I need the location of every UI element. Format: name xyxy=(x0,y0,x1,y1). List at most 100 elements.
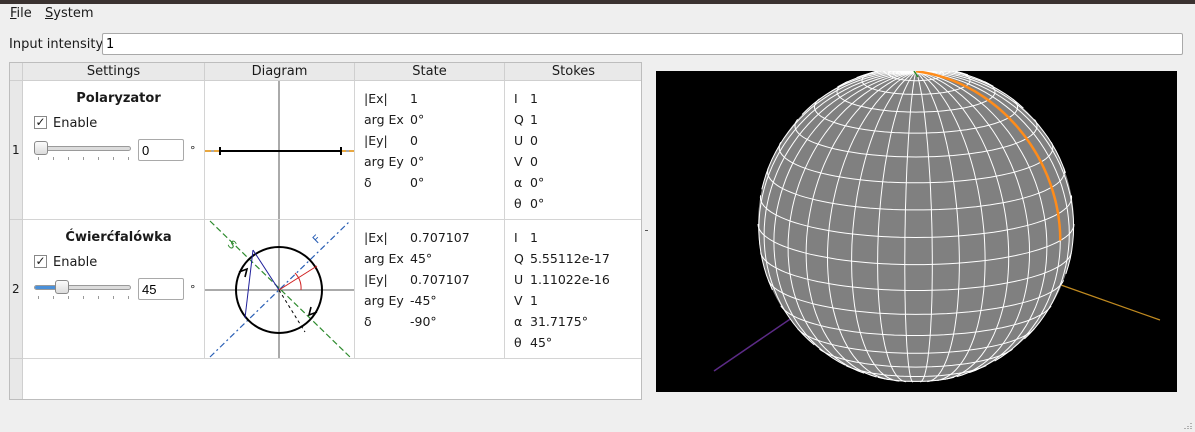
poincare-sphere-view[interactable] xyxy=(656,65,1177,392)
element-title: Polaryzator xyxy=(76,91,161,106)
stokes-list-2: I1 Q 5.55112e-17 U 1.11022e-16 V1 α 31.7175… xyxy=(514,227,610,353)
row-header-filler xyxy=(10,359,23,399)
menu-system[interactable]: System xyxy=(45,6,94,21)
header-stokes[interactable]: Stokes xyxy=(505,63,641,81)
state-value: 0.707107 xyxy=(410,230,470,245)
row-1-settings: Polaryzator ✓ Enable ° xyxy=(23,81,205,220)
row-2-stokes: I1 Q 5.55112e-17 U 1.11022e-16 V1 α 31.7175… xyxy=(505,220,641,359)
stokes-key: U xyxy=(514,133,524,148)
header-state[interactable]: State xyxy=(355,63,505,81)
state-key: |Ey| xyxy=(364,272,388,287)
input-intensity-field[interactable] xyxy=(102,33,1183,55)
stokes-value: 5.55112e-17 xyxy=(530,251,610,266)
resize-grip-icon[interactable] xyxy=(1179,422,1193,430)
stokes-value: 0 xyxy=(530,154,538,169)
stokes-value: 45° xyxy=(530,335,553,350)
row-1-diagram xyxy=(205,81,355,220)
polarizer-diagram xyxy=(205,81,354,219)
stokes-key: α xyxy=(514,175,523,190)
slider-handle[interactable] xyxy=(34,141,48,155)
state-value: 1 xyxy=(410,91,418,106)
state-key: |Ex| xyxy=(364,230,388,245)
stokes-value: 1 xyxy=(530,230,538,245)
stokes-value: 1.11022e-16 xyxy=(530,272,610,287)
ex-vector xyxy=(252,249,280,291)
enable-checkbox[interactable]: ✓ xyxy=(34,255,47,268)
row-2-diagram: S F xyxy=(205,220,355,359)
stokes-key: V xyxy=(514,293,523,308)
row-1-state: |Ex| 1 arg Ex 0° |Ey| 0 arg Ey 0° δ 0° xyxy=(355,81,505,220)
stokes-value: 31.7175° xyxy=(530,314,588,329)
elements-table: Settings Diagram State Stokes 1 Polaryza… xyxy=(9,62,642,400)
angle-spinbox[interactable] xyxy=(138,139,184,161)
row-2-settings: Ćwierćfalówka ✓ Enable ° xyxy=(23,220,205,359)
stokes-value: 0 xyxy=(530,133,538,148)
degree-unit: ° xyxy=(190,283,196,296)
menu-system-rest: ystem xyxy=(53,6,94,21)
state-key: |Ey| xyxy=(364,133,388,148)
state-key: δ xyxy=(364,314,372,329)
splitter-handle[interactable] xyxy=(644,225,648,237)
waveplate-diagram: S F xyxy=(205,220,354,358)
stokes-key: Q xyxy=(514,112,524,127)
state-key: arg Ex xyxy=(364,251,404,266)
state-value: 0.707107 xyxy=(410,272,470,287)
q-axis-line xyxy=(713,310,803,372)
u-axis-line xyxy=(1060,284,1161,321)
state-value: 0° xyxy=(410,154,425,169)
row-header-2[interactable]: 2 xyxy=(10,220,23,359)
menu-bar: File System xyxy=(0,4,1195,24)
slow-axis-label: S xyxy=(225,238,239,252)
stokes-key: I xyxy=(514,230,518,245)
orientation-angle-ray xyxy=(278,265,318,291)
stokes-key: α xyxy=(514,314,523,329)
stokes-list-1: I1 Q1 U0 V0 α 0° θ 0° xyxy=(514,88,544,214)
state-list-1: |Ex| 1 arg Ex 0° |Ey| 0 arg Ey 0° δ 0° xyxy=(364,88,424,193)
angle-spinbox[interactable] xyxy=(138,278,184,300)
stokes-key: Q xyxy=(514,251,524,266)
slider-handle[interactable] xyxy=(54,280,69,294)
stokes-key: θ xyxy=(514,196,522,211)
menu-file-rest: ile xyxy=(16,6,32,21)
state-value: -45° xyxy=(410,293,437,308)
header-diagram[interactable]: Diagram xyxy=(205,63,355,81)
degree-unit: ° xyxy=(190,144,196,157)
stokes-value: 1 xyxy=(530,112,538,127)
state-key: |Ex| xyxy=(364,91,388,106)
stokes-value: 1 xyxy=(530,91,538,106)
orientation-angle-arc xyxy=(294,272,302,291)
header-settings[interactable]: Settings xyxy=(23,63,205,81)
state-value: 0 xyxy=(410,133,418,148)
stokes-key: V xyxy=(514,154,523,169)
state-key: δ xyxy=(364,175,372,190)
stokes-key: U xyxy=(514,272,524,287)
angle-slider[interactable] xyxy=(34,146,131,151)
input-intensity-label: Input intensity xyxy=(9,37,104,52)
slider-ticks xyxy=(38,296,129,300)
row-1-stokes: I1 Q1 U0 V0 α 0° θ 0° xyxy=(505,81,641,220)
stokes-key: θ xyxy=(514,335,522,350)
menu-file[interactable]: File xyxy=(10,6,32,21)
state-value: 0° xyxy=(410,112,425,127)
state-value: -90° xyxy=(410,314,437,329)
field-projection xyxy=(278,289,306,333)
stokes-value: 1 xyxy=(530,293,538,308)
state-value: 0° xyxy=(410,175,425,190)
stokes-key: I xyxy=(514,91,518,106)
row-2-state: |Ex| 0.707107 arg Ex 45° |Ey| 0.707107 arg … xyxy=(355,220,505,359)
state-key: arg Ex xyxy=(364,112,404,127)
stokes-value: 0° xyxy=(530,196,545,211)
angle-slider[interactable] xyxy=(34,285,131,290)
enable-checkbox[interactable]: ✓ xyxy=(34,116,47,129)
element-title: Ćwierćfalówka xyxy=(65,230,172,245)
state-key: arg Ey xyxy=(364,154,404,169)
slider-ticks xyxy=(38,157,129,161)
poincare-sphere xyxy=(713,65,1161,383)
enable-label: Enable xyxy=(53,116,98,131)
state-list-2: |Ex| 0.707107 arg Ex 45° |Ey| 0.707107 arg … xyxy=(364,227,470,332)
table-corner xyxy=(10,63,23,81)
enable-label: Enable xyxy=(53,255,98,270)
fast-axis-label: F xyxy=(310,232,324,246)
row-header-1[interactable]: 1 xyxy=(10,81,23,220)
stokes-value: 0° xyxy=(530,175,545,190)
